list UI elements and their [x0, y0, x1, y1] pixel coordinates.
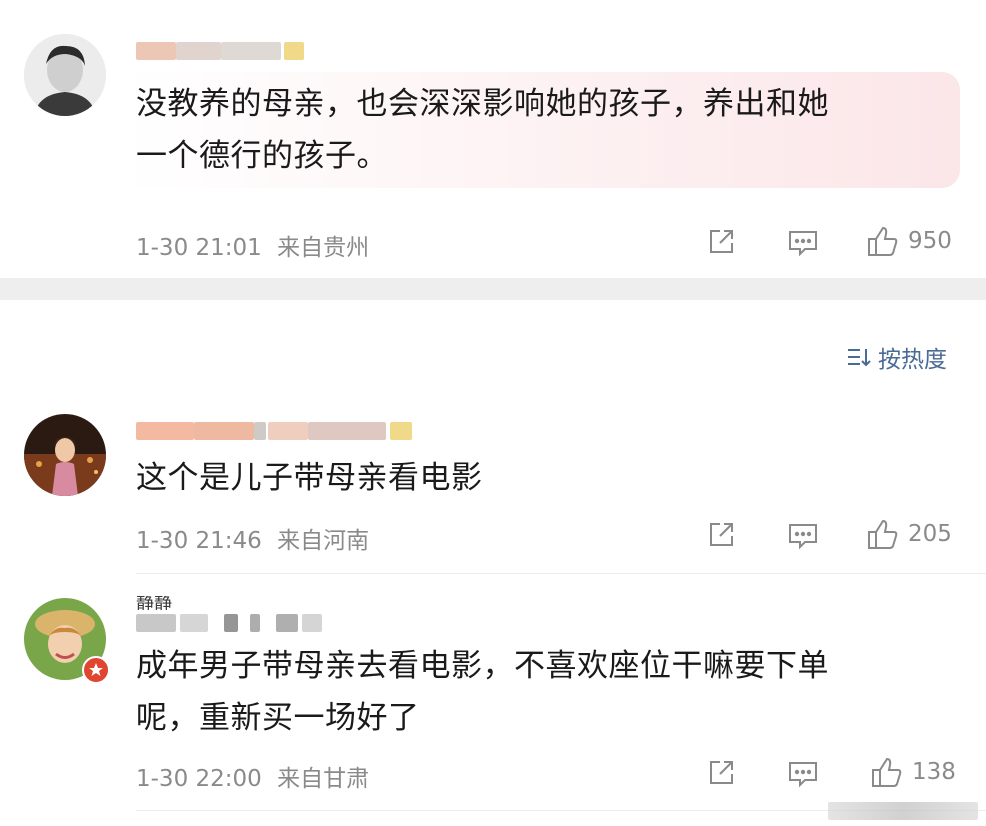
comment-time: 1-30 21:01 — [136, 235, 262, 261]
comment-location: 来自贵州 — [277, 235, 370, 261]
sort-by-hot-button[interactable]: 按热度 — [846, 340, 947, 374]
comment-button[interactable] — [787, 228, 819, 258]
comment-text: 这个是儿子带母亲看电影 — [136, 452, 956, 504]
comment-time: 1-30 22:00 — [136, 766, 262, 792]
avatar[interactable] — [24, 414, 106, 496]
share-button[interactable] — [706, 758, 736, 788]
like-button[interactable]: 138 — [870, 755, 956, 789]
comment-icon — [789, 231, 817, 257]
comment-location: 来自河南 — [277, 528, 370, 554]
comment-button[interactable] — [787, 759, 819, 789]
like-button[interactable]: 205 — [866, 517, 952, 551]
like-count: 138 — [912, 759, 956, 785]
username-partial[interactable]: 静静 — [136, 596, 172, 610]
star-badge-icon — [82, 656, 110, 684]
comment-button[interactable] — [787, 521, 819, 551]
thumbs-up-icon — [868, 519, 898, 549]
thumbs-up-icon — [872, 757, 902, 787]
avatar[interactable] — [24, 34, 106, 116]
comment-text-line: 没教养的母亲，也会深深影响她的孩子，养出和她 — [136, 86, 829, 122]
like-button[interactable]: 950 — [866, 224, 952, 258]
comment-location: 来自甘肃 — [277, 766, 370, 792]
comment-time: 1-30 21:46 — [136, 528, 262, 554]
comment-meta: 1-30 21:46 来自河南 — [136, 521, 369, 555]
thumbs-up-icon — [868, 226, 898, 256]
like-count: 205 — [908, 521, 952, 547]
comment-text-line: 成年男子带母亲去看电影，不喜欢座位干嘛要下单 — [136, 648, 829, 684]
username-blurred[interactable] — [136, 422, 418, 440]
comment-meta: 1-30 21:01 来自贵州 — [136, 228, 369, 262]
comment-text: 成年男子带母亲去看电影，不喜欢座位干嘛要下单 呢，重新买一场好了 — [136, 640, 956, 744]
watermark-blurred — [828, 802, 978, 820]
comment-divider — [136, 573, 986, 574]
comment-icon — [789, 524, 817, 550]
comment-text-line: 这个是儿子带母亲看电影 — [136, 460, 483, 496]
sort-label: 按热度 — [878, 347, 947, 373]
username-blurred[interactable] — [136, 614, 326, 632]
share-icon — [710, 230, 733, 253]
comment-icon — [789, 762, 817, 788]
share-button[interactable] — [706, 520, 736, 550]
share-icon — [710, 523, 733, 546]
username-blurred[interactable] — [136, 42, 306, 60]
comment-text-line: 呢，重新买一场好了 — [136, 700, 420, 736]
comment-meta: 1-30 22:00 来自甘肃 — [136, 759, 369, 793]
sort-icon — [848, 349, 871, 367]
comment-text-line: 一个德行的孩子。 — [136, 138, 388, 174]
share-icon — [710, 761, 733, 784]
like-count: 950 — [908, 228, 952, 254]
section-divider — [0, 278, 986, 300]
share-button[interactable] — [706, 227, 736, 257]
comment-text: 没教养的母亲，也会深深影响她的孩子，养出和她 一个德行的孩子。 — [136, 78, 956, 182]
